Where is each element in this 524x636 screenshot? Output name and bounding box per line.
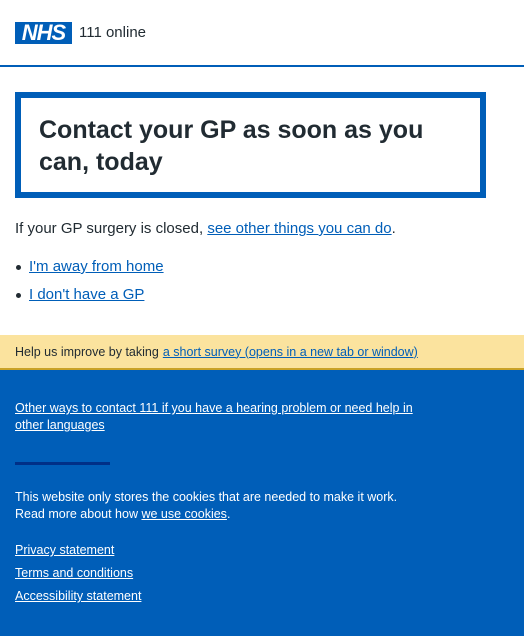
terms-link[interactable]: Terms and conditions bbox=[15, 566, 133, 580]
cookies-more-prefix: Read more about how bbox=[15, 507, 142, 521]
other-things-link[interactable]: see other things you can do bbox=[207, 220, 391, 237]
away-from-home-link[interactable]: I'm away from home bbox=[29, 256, 164, 278]
bullet-icon bbox=[16, 292, 21, 298]
care-card: Contact your GP as soon as you can, toda… bbox=[15, 92, 486, 198]
bullet-icon bbox=[16, 264, 21, 270]
footer-divider bbox=[15, 462, 110, 465]
page-heading: Contact your GP as soon as you can, toda… bbox=[39, 116, 424, 176]
cookies-more: Read more about how we use cookies. bbox=[15, 506, 435, 523]
nhs-logo[interactable]: NHS bbox=[15, 21, 72, 44]
cookies-text: This website only stores the cookies tha… bbox=[15, 490, 398, 504]
service-name[interactable]: 111 online bbox=[79, 24, 146, 41]
cookies-notice: This website only stores the cookies tha… bbox=[15, 489, 435, 523]
footer-link-item: Privacy statement bbox=[15, 542, 141, 565]
footer-link-item: Terms and conditions bbox=[15, 565, 141, 588]
accessibility-link[interactable]: Accessibility statement bbox=[15, 589, 141, 603]
other-ways-section: Other ways to contact 111 if you have a … bbox=[15, 400, 415, 434]
survey-link[interactable]: a short survey (opens in a new tab or wi… bbox=[163, 345, 418, 359]
list-item: I'm away from home bbox=[15, 256, 509, 278]
intro-suffix: . bbox=[391, 220, 396, 237]
no-gp-link[interactable]: I don't have a GP bbox=[29, 284, 144, 306]
survey-text: Help us improve by taking bbox=[15, 344, 159, 359]
intro-text: If your GP surgery is closed, see other … bbox=[15, 218, 509, 240]
site-header: NHS 111 online bbox=[0, 0, 524, 67]
options-list: I'm away from home I don't have a GP bbox=[15, 256, 509, 306]
footer-link-item: Accessibility statement bbox=[15, 588, 141, 611]
list-item: I don't have a GP bbox=[15, 284, 509, 306]
other-ways-link[interactable]: Other ways to contact 111 if you have a … bbox=[15, 401, 413, 432]
main-content: Contact your GP as soon as you can, toda… bbox=[0, 67, 524, 306]
cookies-more-suffix: . bbox=[226, 507, 231, 521]
site-footer: Other ways to contact 111 if you have a … bbox=[0, 370, 524, 636]
intro-prefix: If your GP surgery is closed, bbox=[15, 220, 208, 237]
footer-links: Privacy statement Terms and conditions A… bbox=[15, 542, 141, 611]
cookies-link[interactable]: we use cookies bbox=[141, 507, 226, 521]
privacy-link[interactable]: Privacy statement bbox=[15, 543, 114, 557]
survey-banner: Help us improve by taking a short survey… bbox=[0, 335, 524, 370]
